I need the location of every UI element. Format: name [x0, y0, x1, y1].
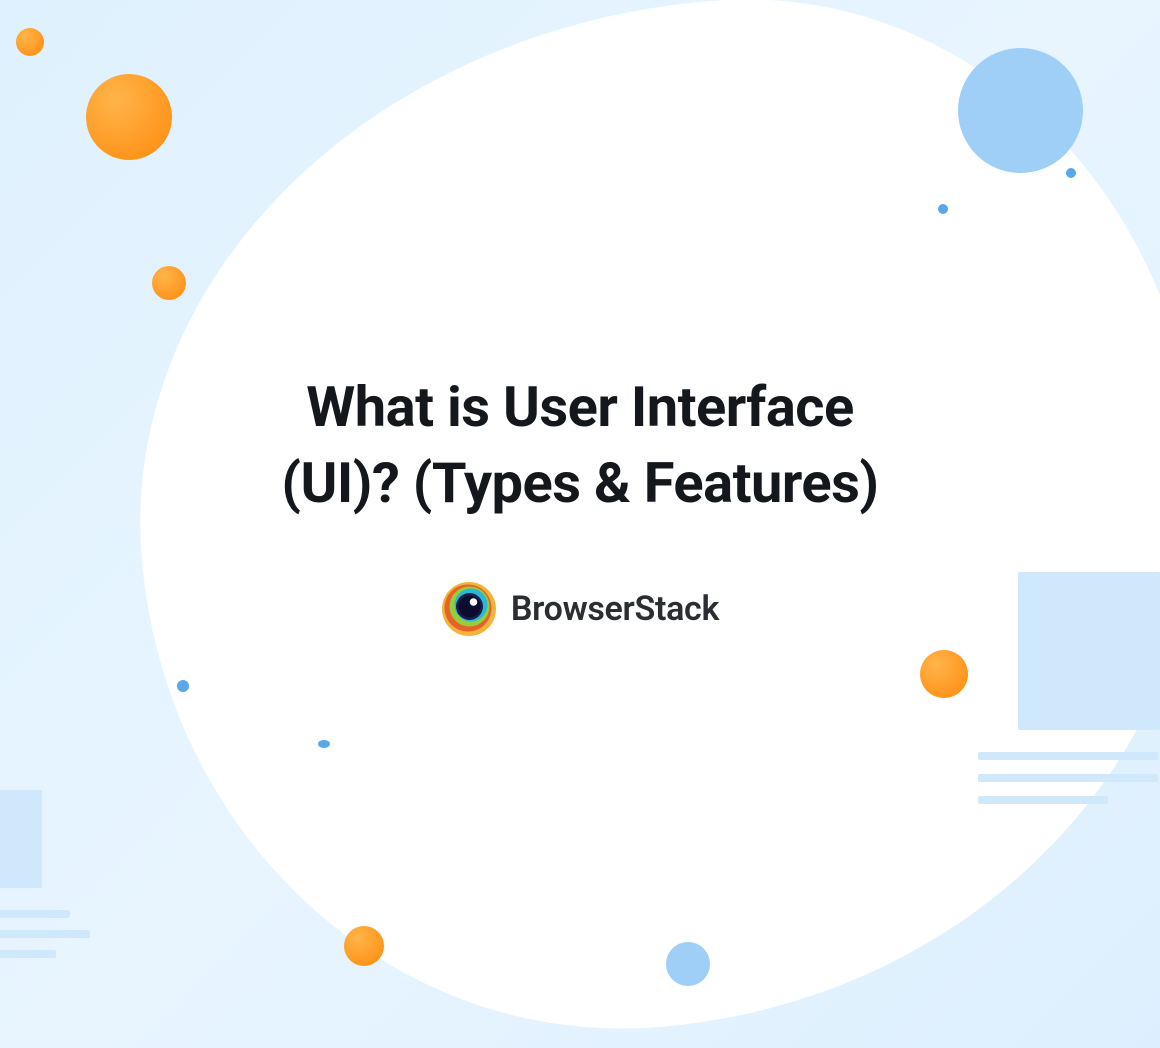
orange-dot-icon	[152, 266, 186, 300]
brand-name: BrowserStack	[511, 589, 719, 629]
page-title: What is User Interface (UI)? (Types & Fe…	[0, 370, 1160, 521]
blue-dot-tiny-icon	[938, 204, 948, 214]
heading-line-2: (UI)? (Types & Features)	[281, 450, 878, 516]
heading-line-1: What is User Interface	[306, 374, 853, 440]
deco-line-icon	[978, 774, 1158, 782]
blue-dot-large-icon	[958, 48, 1083, 173]
orange-dot-small-icon	[16, 28, 44, 56]
orange-dot-large-icon	[86, 74, 172, 160]
deco-line-icon	[978, 796, 1108, 804]
deco-line-icon	[0, 950, 56, 958]
deco-line-icon	[0, 930, 90, 938]
orange-dot-icon	[920, 650, 968, 698]
main-content: What is User Interface (UI)? (Types & Fe…	[0, 370, 1160, 637]
deco-line-icon	[0, 910, 70, 918]
blue-dot-icon	[666, 942, 710, 986]
blue-dot-tiny-icon	[318, 740, 330, 748]
blue-dot-tiny-icon	[1066, 168, 1076, 178]
blue-dot-tiny-icon	[177, 680, 189, 692]
browserstack-logo-icon	[441, 581, 497, 637]
orange-dot-icon	[344, 926, 384, 966]
brand-block: BrowserStack	[0, 581, 1160, 637]
deco-rect-icon	[0, 790, 42, 888]
deco-line-icon	[978, 752, 1158, 760]
